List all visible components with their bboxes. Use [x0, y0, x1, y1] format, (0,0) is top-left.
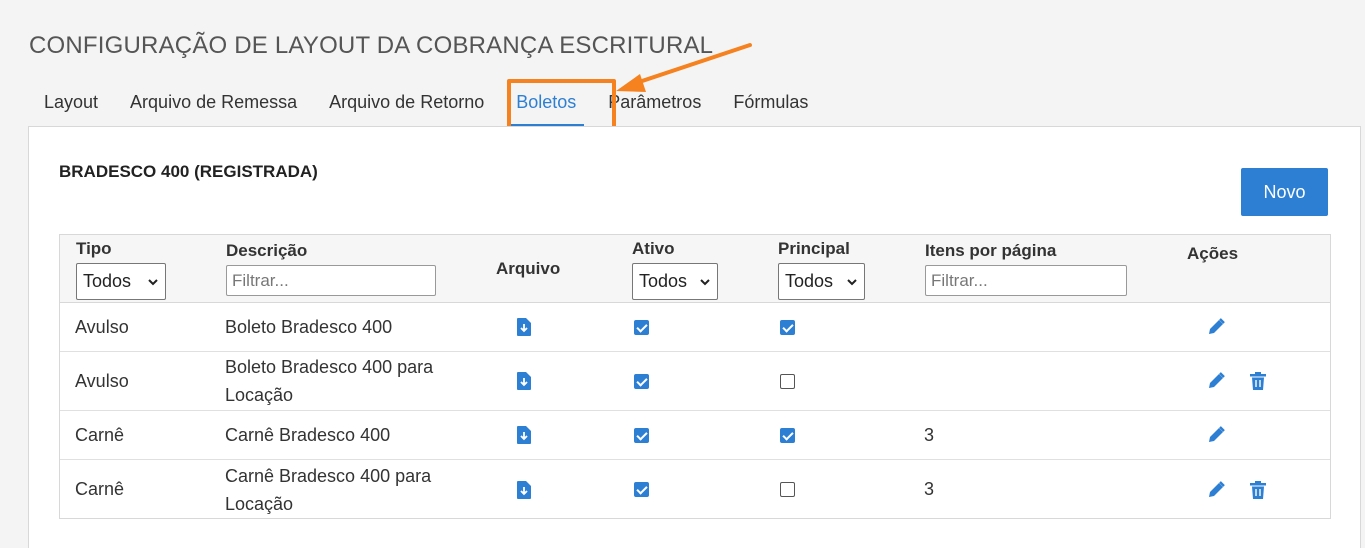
ativo-checkbox[interactable] — [634, 373, 649, 389]
file-download-icon[interactable] — [513, 370, 535, 392]
row-descricao: Carnê Bradesco 400 para Locação — [225, 465, 432, 514]
itens-filter-input[interactable] — [925, 265, 1127, 296]
row-tipo: Carnê — [75, 479, 125, 499]
boletos-panel: BRADESCO 400 (REGISTRADA) Novo Tipo Todo… — [28, 126, 1361, 548]
col-acoes: Ações — [1187, 244, 1238, 264]
trash-icon[interactable] — [1247, 479, 1269, 501]
col-descricao-label: Descrição — [226, 241, 308, 260]
file-download-icon[interactable] — [513, 316, 535, 338]
tab-bar: Layout Arquivo de Remessa Arquivo de Ret… — [28, 84, 824, 128]
pencil-icon[interactable] — [1205, 316, 1227, 338]
tipo-filter-select[interactable]: Todos — [76, 263, 166, 300]
principal-filter-select[interactable]: Todos — [778, 263, 865, 300]
ativo-checkbox[interactable] — [634, 427, 649, 443]
row-descricao: Boleto Bradesco 400 para Locação — [225, 357, 434, 405]
tab-boletos[interactable]: Boletos — [500, 84, 592, 128]
tab-formulas[interactable]: Fórmulas — [717, 84, 824, 128]
principal-checkbox[interactable] — [780, 427, 795, 443]
tab-arquivo-de-remessa[interactable]: Arquivo de Remessa — [114, 84, 313, 128]
novo-button[interactable]: Novo — [1241, 168, 1328, 216]
file-download-icon[interactable] — [513, 424, 535, 446]
row-tipo: Carnê — [75, 424, 125, 445]
col-arquivo: Arquivo — [496, 259, 560, 279]
boletos-table: Tipo Todos Descrição Arquivo Ativo Todos — [59, 234, 1331, 519]
col-ativo-label: Ativo — [632, 239, 675, 258]
principal-checkbox[interactable] — [780, 373, 795, 389]
pencil-icon[interactable] — [1205, 479, 1227, 501]
col-principal-label: Principal — [778, 239, 850, 258]
section-title: BRADESCO 400 (REGISTRADA) — [59, 162, 318, 181]
tab-layout[interactable]: Layout — [28, 84, 114, 128]
file-download-icon[interactable] — [513, 479, 535, 501]
trash-icon[interactable] — [1247, 370, 1269, 392]
chevron-down-icon — [847, 278, 857, 285]
descricao-filter-input[interactable] — [226, 265, 436, 296]
pencil-icon[interactable] — [1205, 370, 1227, 392]
pencil-icon[interactable] — [1205, 424, 1227, 446]
col-arquivo-label: Arquivo — [496, 259, 561, 278]
col-itens-label: Itens por página — [925, 241, 1057, 260]
chevron-down-icon — [148, 278, 158, 285]
col-ativo: Ativo Todos — [632, 239, 718, 300]
row-descricao: Carnê Bradesco 400 — [225, 425, 391, 445]
row-tipo: Avulso — [75, 370, 129, 391]
col-acoes-label: Ações — [1187, 244, 1239, 263]
row-tipo: Avulso — [75, 316, 129, 337]
row-itens: 3 — [924, 424, 935, 445]
page-title: CONFIGURAÇÃO DE LAYOUT DA COBRANÇA ESCRI… — [29, 32, 714, 59]
principal-checkbox[interactable] — [780, 319, 795, 335]
col-tipo: Tipo Todos — [76, 239, 166, 300]
row-descricao: Boleto Bradesco 400 — [225, 317, 393, 337]
table-row: Carnê Carnê Bradesco 400 3 — [60, 411, 1330, 460]
ativo-checkbox[interactable] — [634, 319, 649, 335]
table-row: Avulso Boleto Bradesco 400 para Locação — [60, 352, 1330, 411]
principal-checkbox[interactable] — [780, 482, 795, 497]
table-row: Avulso Boleto Bradesco 400 — [60, 303, 1330, 352]
col-itens: Itens por página — [925, 241, 1127, 296]
table-row: Carnê Carnê Bradesco 400 para Locação 3 — [60, 460, 1330, 519]
col-descricao: Descrição — [226, 241, 436, 296]
row-itens: 3 — [924, 479, 935, 499]
chevron-down-icon — [700, 278, 710, 285]
ativo-filter-select[interactable]: Todos — [632, 263, 718, 300]
col-tipo-label: Tipo — [76, 239, 112, 258]
col-principal: Principal Todos — [778, 239, 865, 300]
table-header: Tipo Todos Descrição Arquivo Ativo Todos — [60, 235, 1330, 303]
tab-arquivo-de-retorno[interactable]: Arquivo de Retorno — [313, 84, 500, 128]
tab-parametros[interactable]: Parâmetros — [592, 84, 717, 128]
ativo-checkbox[interactable] — [634, 482, 649, 497]
